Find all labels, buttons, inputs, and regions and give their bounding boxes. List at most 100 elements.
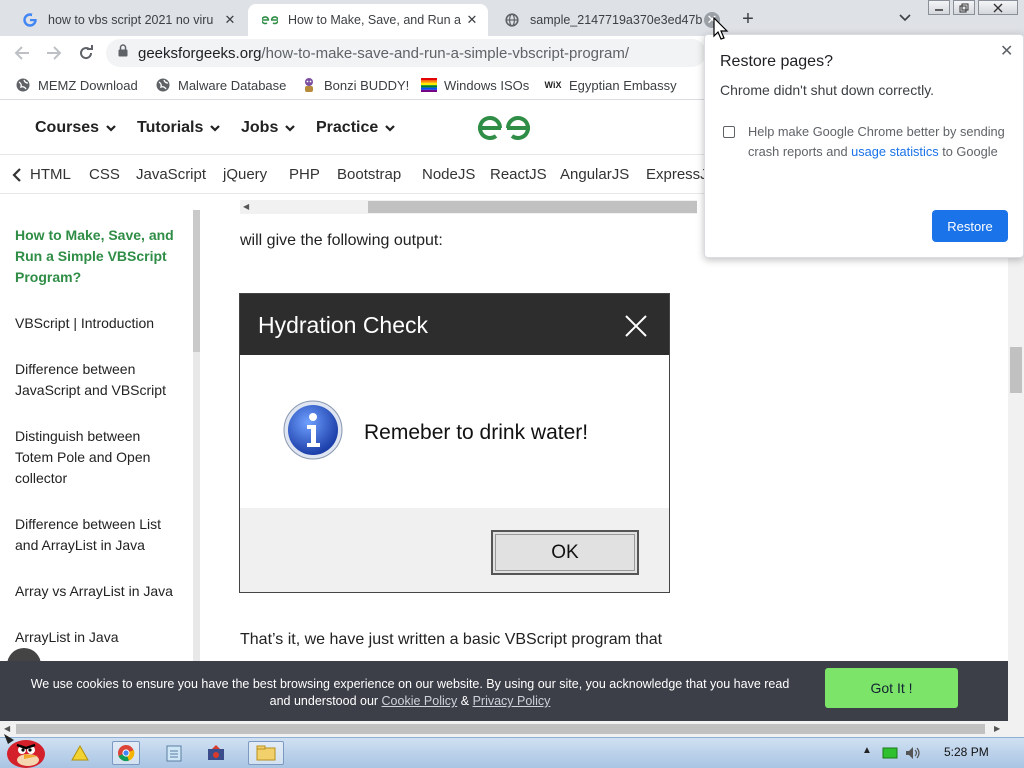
page-scroll-thumb[interactable] xyxy=(1010,347,1022,393)
gfg-logo-icon[interactable] xyxy=(476,113,532,143)
popup-title: Restore pages? xyxy=(720,53,833,70)
topic-reactjs[interactable]: ReactJS xyxy=(490,166,547,183)
usage-statistics-link[interactable]: usage statistics xyxy=(851,144,939,159)
cookie-accept-button[interactable]: Got It ! xyxy=(825,668,958,708)
code-scroll-thumb[interactable] xyxy=(368,201,697,213)
taskbar-explorer-icon[interactable] xyxy=(248,741,284,765)
sidebar: How to Make, Save, and Run a Simple VBSc… xyxy=(0,210,200,721)
tab-gfg-article[interactable]: How to Make, Save, and Run a ✕ xyxy=(248,4,488,36)
chevron-down-icon xyxy=(285,125,296,132)
address-bar[interactable]: geeksforgeeks.org/how-to-make-save-and-r… xyxy=(106,39,706,67)
bookmark-windows-isos[interactable]: Windows ISOs xyxy=(421,75,529,95)
angry-bird-start-icon[interactable] xyxy=(2,730,48,768)
horizontal-scroll-thumb[interactable] xyxy=(16,724,985,734)
topic-bootstrap[interactable]: Bootstrap xyxy=(337,166,401,183)
sidebar-item[interactable]: ArrayList in Java xyxy=(15,627,175,648)
tab-sample-file[interactable]: sample_2147719a370e3ed47b ✕ xyxy=(490,4,728,36)
topic-angularjs[interactable]: AngularJS xyxy=(560,166,629,183)
cookie-amp: & xyxy=(457,694,473,708)
info-icon xyxy=(283,400,343,460)
dialog-message: Remeber to drink water! xyxy=(364,421,589,444)
cookie-banner: We use cookies to ensure you have the be… xyxy=(0,661,1008,721)
topic-css[interactable]: CSS xyxy=(89,166,120,183)
sidebar-scroll-thumb[interactable] xyxy=(193,210,200,352)
crash-report-checkbox[interactable] xyxy=(723,126,735,138)
sidebar-item[interactable]: VBScript | Introduction xyxy=(15,313,175,334)
cookie-text: We use cookies to ensure you have the be… xyxy=(20,676,800,710)
nav-jobs[interactable]: Jobs xyxy=(241,119,296,137)
scroll-left-arrow-icon[interactable]: ◀ xyxy=(243,202,249,211)
network-icon[interactable] xyxy=(880,741,900,765)
crash-report-label: Help make Google Chrome better by sendin… xyxy=(748,122,1008,162)
sidebar-item-current[interactable]: How to Make, Save, and Run a Simple VBSc… xyxy=(15,225,175,288)
topic-jquery[interactable]: jQuery xyxy=(223,166,267,183)
back-arrow-icon[interactable] xyxy=(10,41,34,65)
tab-vbs-search[interactable]: how to vbs script 2021 no viru ✕ xyxy=(8,4,246,36)
window-close-icon[interactable] xyxy=(978,0,1018,15)
tab-title: How to Make, Save, and Run a xyxy=(288,13,462,27)
nav-courses[interactable]: Courses xyxy=(35,119,117,137)
restore-button[interactable]: Restore xyxy=(932,210,1008,242)
tray-expand-icon[interactable]: ▲ xyxy=(862,745,872,756)
taskbar-yellow-bird-icon[interactable] xyxy=(66,741,94,765)
bookmark-egyptian-embassy[interactable]: WiX Egyptian Embassy xyxy=(544,75,677,95)
restore-pages-popup: Restore pages? ✕ Chrome didn't shut down… xyxy=(704,34,1024,258)
nav-label: Jobs xyxy=(241,119,279,136)
scroll-right-arrow-icon[interactable]: ▶ xyxy=(994,724,1000,733)
topic-javascript[interactable]: JavaScript xyxy=(136,166,206,183)
chevron-left-icon[interactable] xyxy=(10,167,24,183)
dialog-titlebar: Hydration Check xyxy=(240,294,669,355)
tab-search-chevron-icon[interactable] xyxy=(895,8,915,28)
nav-tutorials[interactable]: Tutorials xyxy=(137,119,221,137)
topic-expressjs[interactable]: ExpressJ xyxy=(646,166,708,183)
globe-icon xyxy=(155,77,171,93)
new-tab-button[interactable]: + xyxy=(737,8,759,30)
tab-close-icon[interactable]: ✕ xyxy=(464,12,480,28)
chevron-down-icon xyxy=(210,125,221,132)
topic-html[interactable]: HTML xyxy=(30,166,71,183)
sidebar-item[interactable]: Array vs ArrayList in Java xyxy=(15,581,175,602)
globe-icon xyxy=(15,77,31,93)
restore-window-icon[interactable] xyxy=(953,0,975,15)
nav-practice[interactable]: Practice xyxy=(316,119,396,137)
taskbar-app-icon[interactable] xyxy=(202,741,230,765)
tab-title: sample_2147719a370e3ed47b xyxy=(530,13,703,27)
volume-icon[interactable] xyxy=(903,741,923,765)
popup-subtitle: Chrome didn't shut down correctly. xyxy=(720,82,935,98)
article-text: will give the following output: xyxy=(240,232,443,249)
taskbar-clock[interactable]: 5:28 PM xyxy=(944,745,989,759)
dialog-close-icon xyxy=(625,315,647,337)
nav-label: Courses xyxy=(35,119,100,136)
tab-close-icon[interactable]: ✕ xyxy=(222,12,238,28)
taskbar-notepad-icon[interactable] xyxy=(160,741,188,765)
wix-icon: WiX xyxy=(544,80,562,90)
article-text: That’s it, we have just written a basic … xyxy=(240,631,663,648)
sidebar-item[interactable]: Difference between List and ArrayList in… xyxy=(15,514,175,556)
nav-label: Tutorials xyxy=(137,119,204,136)
tab-title: how to vbs script 2021 no viru xyxy=(48,13,214,27)
topic-nodejs[interactable]: NodeJS xyxy=(422,166,475,183)
tab-strip: how to vbs script 2021 no viru ✕ How to … xyxy=(0,0,1024,36)
bonzi-icon xyxy=(301,77,317,93)
option-tail: to Google xyxy=(938,144,998,159)
dialog-title: Hydration Check xyxy=(258,312,429,338)
bookmark-bonzi[interactable]: Bonzi BUDDY! xyxy=(301,75,409,95)
bookmark-malware-db[interactable]: Malware Database xyxy=(155,75,286,95)
forward-arrow-icon[interactable] xyxy=(42,41,66,65)
bookmark-memz[interactable]: MEMZ Download xyxy=(15,75,138,95)
url-text: geeksforgeeks.org/how-to-make-save-and-r… xyxy=(138,45,629,62)
screen: how to vbs script 2021 no viru ✕ How to … xyxy=(0,0,1024,768)
globe-icon xyxy=(504,12,520,28)
privacy-policy-link[interactable]: Privacy Policy xyxy=(473,694,551,708)
reload-icon[interactable] xyxy=(74,41,98,65)
bookmark-label: Bonzi BUDDY! xyxy=(324,77,410,93)
sidebar-item[interactable]: Difference between JavaScript and VBScri… xyxy=(15,359,175,401)
sidebar-item[interactable]: Distinguish between Totem Pole and Open … xyxy=(15,426,175,489)
topic-php[interactable]: PHP xyxy=(289,166,320,183)
google-icon xyxy=(22,12,38,28)
minimize-icon[interactable] xyxy=(928,0,950,15)
taskbar-chrome-icon[interactable] xyxy=(112,741,140,765)
bookmark-label: Windows ISOs xyxy=(444,77,530,93)
popup-close-icon[interactable]: ✕ xyxy=(1000,41,1013,61)
cookie-policy-link[interactable]: Cookie Policy xyxy=(382,694,458,708)
